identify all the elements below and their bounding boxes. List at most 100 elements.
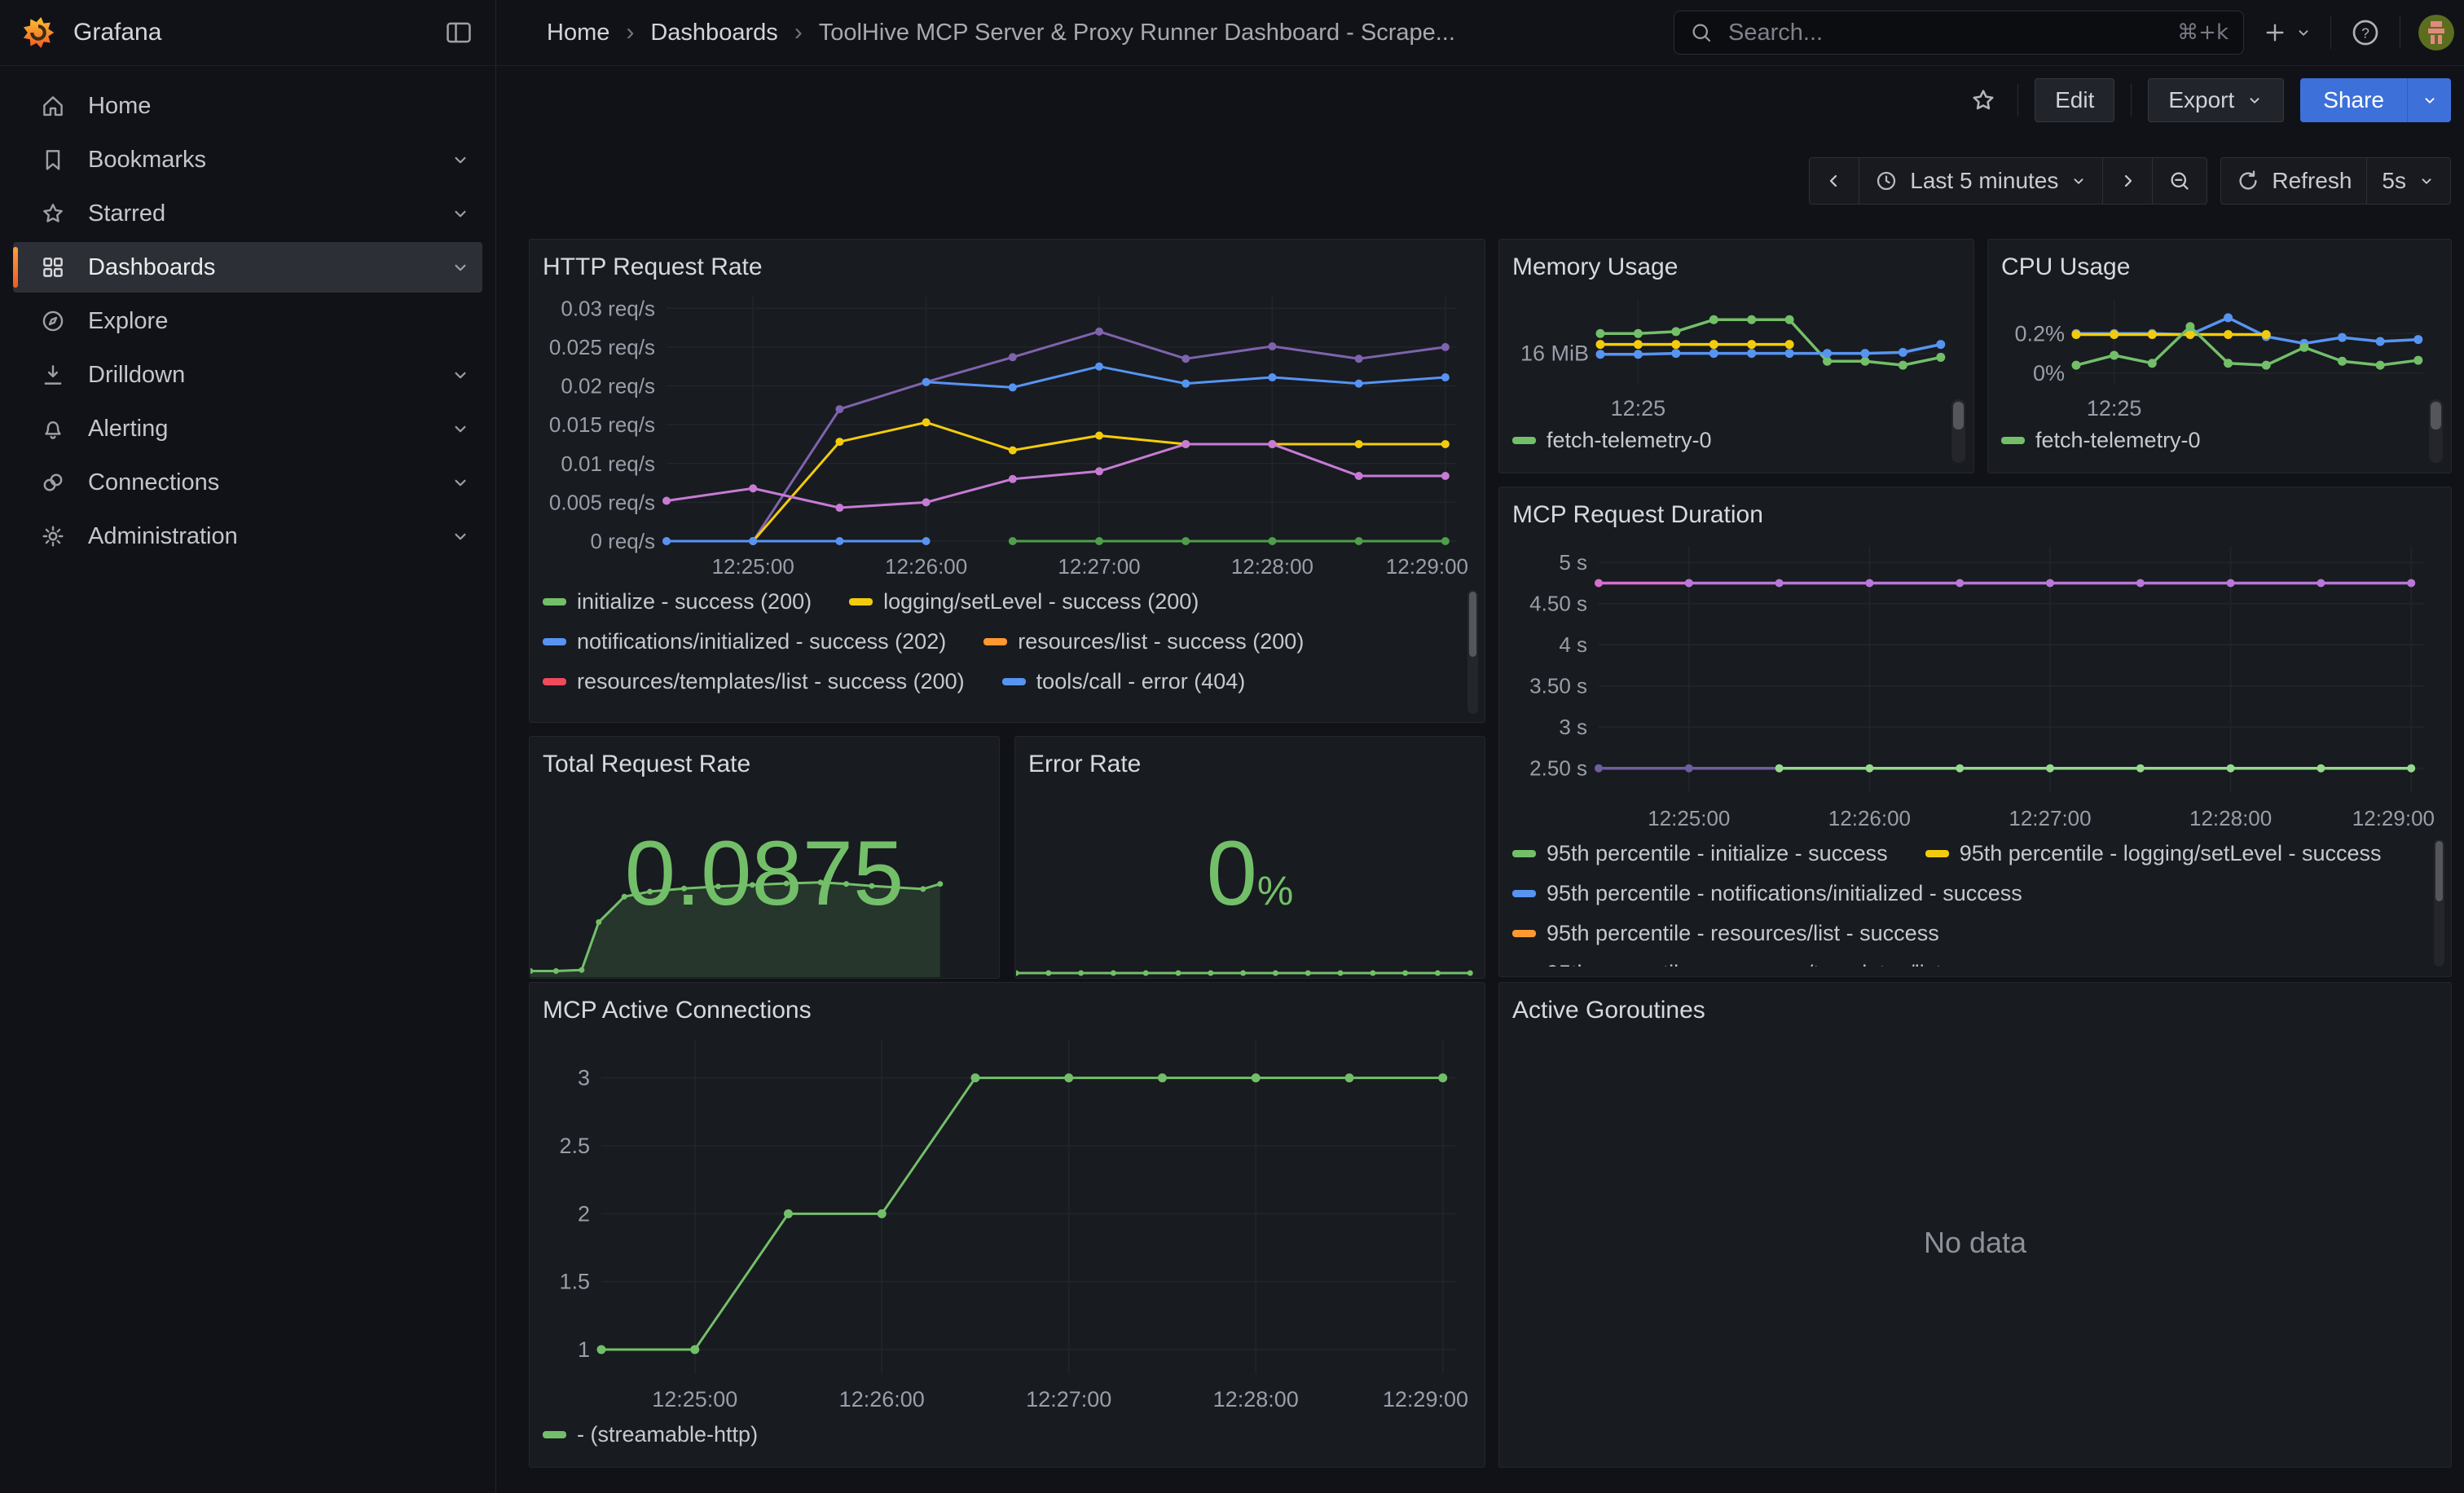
panel-title[interactable]: Total Request Rate bbox=[543, 746, 986, 782]
svg-text:0 req/s: 0 req/s bbox=[591, 529, 656, 553]
legend-item[interactable]: 95th percentile - logging/setLevel - suc… bbox=[1925, 841, 2382, 866]
add-button[interactable] bbox=[2262, 20, 2312, 46]
refresh-interval-picker[interactable]: 5s bbox=[2366, 158, 2450, 204]
scrollbar-thumb[interactable] bbox=[1469, 592, 1476, 657]
sidebar-item-administration[interactable]: Administration bbox=[13, 511, 482, 562]
legend-item[interactable]: 95th percentile - initialize - success bbox=[1512, 841, 1888, 866]
legend-swatch bbox=[1512, 437, 1536, 444]
legend-scrollbar[interactable] bbox=[1951, 399, 1965, 463]
panel-cpu-usage: CPU Usage 0.2%0%12:25 fetch-telemetry-0 bbox=[1987, 239, 2452, 473]
mcp-request-duration-chart[interactable]: 2.50 s3 s3.50 s4 s4.50 s5 s12:25:0012:26… bbox=[1512, 533, 2438, 834]
chevron-down-icon[interactable] bbox=[450, 257, 471, 278]
panel-title[interactable]: Active Goroutines bbox=[1512, 993, 2438, 1028]
svg-text:4.50 s: 4.50 s bbox=[1529, 592, 1587, 616]
panel-title[interactable]: Memory Usage bbox=[1512, 249, 1960, 285]
svg-text:12:25:00: 12:25:00 bbox=[1648, 806, 1730, 830]
legend-label: 95th percentile - resources/list - succe… bbox=[1547, 921, 1939, 946]
legend-item[interactable]: resources/list - success (200) bbox=[983, 629, 1304, 654]
time-controls: Last 5 minutes Refresh bbox=[1809, 157, 2451, 205]
legend-item[interactable]: - (streamable-http) bbox=[543, 1422, 758, 1447]
share-caret-button[interactable] bbox=[2407, 78, 2451, 122]
legend-item[interactable]: unknown - success (200) bbox=[1164, 709, 1443, 712]
legend-item[interactable]: 95th percentile - resources/templates/li… bbox=[1512, 961, 2040, 967]
memory-usage-chart[interactable]: 16 MiB12:25 bbox=[1512, 285, 1960, 421]
panel-title[interactable]: Error Rate bbox=[1028, 746, 1472, 782]
svg-text:2.50 s: 2.50 s bbox=[1529, 756, 1587, 781]
sidebar-item-home[interactable]: Home bbox=[13, 81, 482, 131]
grafana-logo[interactable] bbox=[21, 15, 55, 50]
panel-title[interactable]: HTTP Request Rate bbox=[543, 249, 1472, 285]
alerting-icon bbox=[39, 415, 67, 443]
legend-item[interactable]: tools/call - success (200) bbox=[543, 709, 819, 712]
panel-title[interactable]: CPU Usage bbox=[2001, 249, 2438, 285]
legend-swatch bbox=[543, 638, 566, 645]
favorite-star-icon[interactable] bbox=[1969, 86, 1998, 115]
sidebar-item-dashboards[interactable]: Dashboards bbox=[13, 242, 482, 293]
breadcrumb-item[interactable]: Home bbox=[547, 20, 609, 46]
scrollbar-thumb[interactable] bbox=[1953, 402, 1964, 429]
scrollbar-thumb[interactable] bbox=[2431, 402, 2441, 429]
search-input[interactable] bbox=[1727, 19, 2164, 47]
legend-item[interactable]: fetch-telemetry-0 bbox=[2001, 428, 2201, 453]
legend-item[interactable]: tools/call - error (404) bbox=[1002, 669, 1246, 694]
panel-title[interactable]: MCP Request Duration bbox=[1512, 497, 2438, 533]
refresh-button[interactable]: Refresh bbox=[2221, 158, 2366, 204]
chevron-down-icon[interactable] bbox=[450, 364, 471, 385]
sidebar-item-bookmarks[interactable]: Bookmarks bbox=[13, 134, 482, 185]
breadcrumb-item[interactable]: Dashboards bbox=[650, 20, 777, 46]
sidebar-item-label: Drilldown bbox=[88, 362, 185, 389]
scrollbar-thumb[interactable] bbox=[2435, 841, 2443, 901]
legend-item[interactable]: fetch-telemetry-0 bbox=[1512, 428, 1712, 453]
panel-title[interactable]: MCP Active Connections bbox=[543, 993, 1472, 1028]
chevron-down-icon[interactable] bbox=[450, 472, 471, 493]
legend-scrollbar[interactable] bbox=[2429, 399, 2443, 463]
sidebar: HomeBookmarksStarredDashboardsExplore Dri… bbox=[0, 66, 496, 1493]
legend-label: fetch-telemetry-0 bbox=[2035, 428, 2201, 453]
time-shift-forward-button[interactable] bbox=[2102, 158, 2152, 204]
legend-item[interactable]: tools/list - success (200) bbox=[856, 709, 1127, 712]
sidebar-item-drilldown[interactable]: Drilldown bbox=[13, 350, 482, 400]
sidebar-item-alerting[interactable]: Alerting bbox=[13, 403, 482, 454]
svg-text:5 s: 5 s bbox=[1559, 550, 1587, 575]
legend-item[interactable]: logging/setLevel - success (200) bbox=[849, 589, 1199, 614]
mcp-active-connections-chart[interactable]: 11.522.5312:25:0012:26:0012:27:0012:28:0… bbox=[543, 1028, 1472, 1415]
svg-text:12:25:00: 12:25:00 bbox=[712, 554, 794, 579]
cpu-usage-chart[interactable]: 0.2%0%12:25 bbox=[2001, 285, 2438, 421]
time-range-picker[interactable]: Last 5 minutes bbox=[1859, 158, 2102, 204]
share-button[interactable]: Share bbox=[2300, 78, 2407, 122]
refresh-icon bbox=[2236, 169, 2260, 193]
export-button[interactable]: Export bbox=[2148, 78, 2284, 122]
breadcrumb-item[interactable]: ToolHive MCP Server & Proxy Runner Dashb… bbox=[819, 20, 1455, 46]
chevron-down-icon bbox=[2421, 91, 2439, 109]
search-box[interactable]: ⌘+k bbox=[1674, 11, 2244, 55]
help-button[interactable]: ? bbox=[2349, 16, 2382, 49]
legend-item[interactable]: 95th percentile - notifications/initiali… bbox=[1512, 881, 2022, 906]
legend-row: 95th percentile - notifications/initiali… bbox=[1512, 874, 2438, 914]
legend-item[interactable]: initialize - success (200) bbox=[543, 589, 812, 614]
legend-item[interactable]: resources/templates/list - success (200) bbox=[543, 669, 965, 694]
svg-text:0.025 req/s: 0.025 req/s bbox=[549, 335, 655, 359]
chevron-down-icon[interactable] bbox=[450, 418, 471, 439]
chevron-down-icon[interactable] bbox=[450, 149, 471, 170]
http-request-rate-chart[interactable]: 0 req/s0.005 req/s0.01 req/s0.015 req/s0… bbox=[543, 285, 1472, 582]
chevron-down-icon[interactable] bbox=[450, 526, 471, 547]
sidebar-item-explore[interactable]: Explore bbox=[13, 296, 482, 346]
time-shift-back-button[interactable] bbox=[1810, 158, 1859, 204]
sidebar-collapse-icon[interactable] bbox=[443, 17, 474, 48]
legend-scrollbar[interactable] bbox=[1467, 590, 1478, 714]
sidebar-item-starred[interactable]: Starred bbox=[13, 188, 482, 239]
legend-label: 95th percentile - logging/setLevel - suc… bbox=[1960, 841, 2382, 866]
svg-text:2: 2 bbox=[578, 1201, 590, 1226]
sidebar-item-connections[interactable]: Connections bbox=[13, 457, 482, 508]
legend-item[interactable]: notifications/initialized - success (202… bbox=[543, 629, 946, 654]
user-avatar[interactable] bbox=[2418, 15, 2454, 51]
zoom-out-button[interactable] bbox=[2152, 158, 2207, 204]
chevron-down-icon[interactable] bbox=[450, 203, 471, 224]
svg-text:4 s: 4 s bbox=[1559, 632, 1587, 657]
home-icon bbox=[39, 92, 67, 120]
svg-text:16 MiB: 16 MiB bbox=[1520, 341, 1589, 366]
edit-button[interactable]: Edit bbox=[2035, 78, 2114, 122]
legend-item[interactable]: 95th percentile - resources/list - succe… bbox=[1512, 921, 1939, 946]
legend-scrollbar[interactable] bbox=[2434, 839, 2444, 967]
legend-swatch bbox=[543, 678, 566, 685]
